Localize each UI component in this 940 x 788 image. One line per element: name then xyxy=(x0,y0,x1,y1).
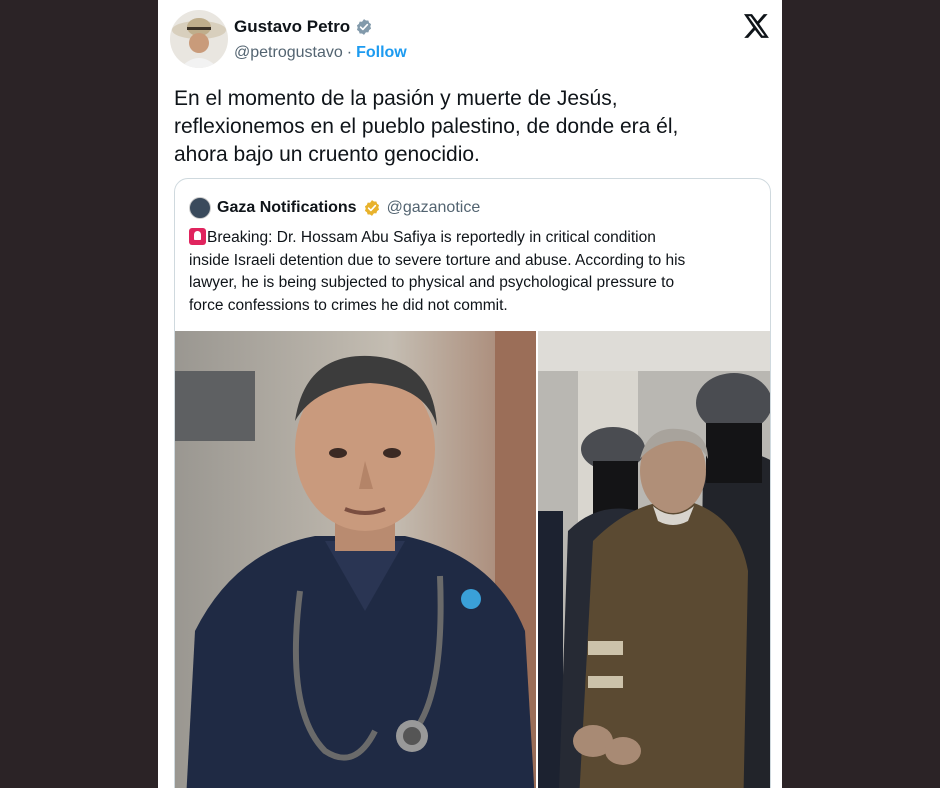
author-handle[interactable]: @petrogustavo xyxy=(234,44,343,62)
quote-author-name[interactable]: Gaza Notifications xyxy=(217,199,357,217)
tweet-text-line: En el momento de la pasión y muerte de J… xyxy=(174,87,618,110)
quote-text-line: inside Israeli detention due to severe t… xyxy=(189,251,686,269)
tweet-text-line: reflexionemos en el pueblo palestino, de… xyxy=(174,115,679,138)
quote-text-line: force confessions to crimes he did not c… xyxy=(189,296,508,314)
detainee-escorted-image xyxy=(538,331,770,788)
quote-text-line-content: Breaking: Dr. Hossam Abu Safiya is repor… xyxy=(207,229,656,246)
siren-emoji-icon xyxy=(189,228,206,245)
gold-verified-badge-icon xyxy=(364,200,379,216)
quote-author-avatar[interactable] xyxy=(189,197,211,219)
verified-badge-icon xyxy=(357,19,372,35)
tweet-header: Gustavo Petro @petrogustavo · Follow xyxy=(158,0,782,70)
quote-text: Breaking: Dr. Hossam Abu Safiya is repor… xyxy=(189,227,759,317)
separator-dot: · xyxy=(346,44,353,61)
photo-doctor-portrait[interactable] xyxy=(175,331,536,788)
author-name[interactable]: Gustavo Petro xyxy=(234,17,350,37)
quote-media xyxy=(175,331,770,788)
author-name-row: Gustavo Petro xyxy=(234,17,373,37)
quoted-tweet[interactable]: Gaza Notifications @gazanotice Breaking:… xyxy=(174,178,771,788)
author-handle-row: @petrogustavo · Follow xyxy=(234,44,407,62)
x-logo-icon[interactable] xyxy=(744,14,770,38)
quote-author-handle[interactable]: @gazanotice xyxy=(387,199,481,217)
tweet-text: En el momento de la pasión y muerte de J… xyxy=(174,85,774,169)
tweet-card: Gustavo Petro @petrogustavo · Follow En … xyxy=(158,0,782,788)
author-avatar[interactable] xyxy=(170,10,228,68)
avatar-image xyxy=(170,10,228,68)
quote-text-line: lawyer, he is being subjected to physica… xyxy=(189,274,675,291)
quote-text-line: Breaking: Dr. Hossam Abu Safiya is repor… xyxy=(189,227,759,250)
follow-button[interactable]: Follow xyxy=(356,44,407,62)
quote-header: Gaza Notifications @gazanotice xyxy=(189,197,480,219)
photo-detainee-escorted[interactable] xyxy=(538,331,770,788)
tweet-text-line: ahora bajo un cruento genocidio. xyxy=(174,143,480,166)
doctor-portrait-image xyxy=(175,331,536,788)
